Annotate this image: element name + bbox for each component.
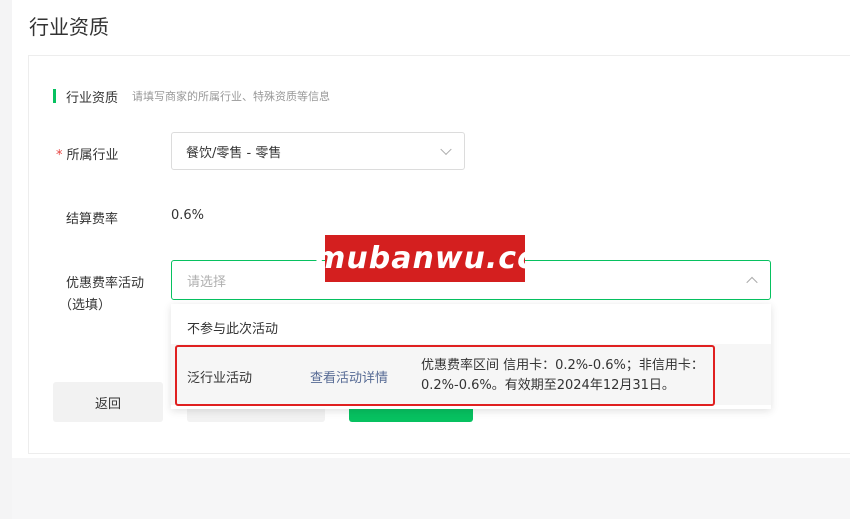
chevron-down-icon [440,143,452,156]
rate-value: 0.6% [171,208,205,223]
secondary-button[interactable] [187,408,325,422]
section-header: 行业资质 请填写商家的所属行业、特殊资质等信息 [53,88,331,106]
primary-button[interactable] [349,408,473,422]
dropdown-option-none[interactable]: 不参与此次活动 [187,318,278,337]
watermark-logo: mubanwu.cc [314,235,535,282]
section-description: 请填写商家的所属行业、特殊资质等信息 [132,90,331,103]
highlight-box [175,345,715,406]
industry-label-text: 所属行业 [66,148,119,163]
promo-select-placeholder: 请选择 [187,274,227,290]
back-button[interactable]: 返回 [53,382,163,422]
page-title: 行业资质 [29,15,109,39]
chevron-up-icon [746,276,758,289]
section-title: 行业资质 [66,90,119,106]
promo-label: 优惠费率活动 [66,276,145,291]
rate-label: 结算费率 [66,212,119,227]
industry-select-value: 餐饮/零售 - 零售 [186,145,282,161]
promo-label-optional: （选填） [59,298,112,313]
industry-label: * 所属行业 [56,144,119,163]
required-mark: * [56,148,63,163]
section-accent-bar [53,89,56,103]
page-footer-area [12,458,850,519]
industry-select[interactable]: 餐饮/零售 - 零售 [171,132,465,170]
left-strip [0,0,12,519]
